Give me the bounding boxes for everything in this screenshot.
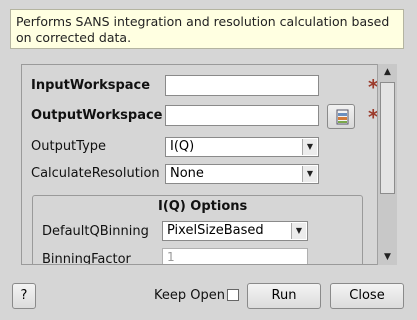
scroll-down-icon[interactable]: ▼ [378,249,397,265]
default-q-binning-select[interactable]: PixelSizeBased ▼ [162,221,308,241]
chevron-down-icon: ▼ [302,139,317,155]
default-q-binning-value: PixelSizeBased [167,223,264,238]
iq-options-group: I(Q) Options DefaultQBinning PixelSizeBa… [32,195,363,265]
properties-scrollbar[interactable]: ▲ ▼ [377,64,397,265]
calculate-resolution-label: CalculateResolution [31,166,160,181]
help-button[interactable]: ? [12,283,36,309]
calculate-resolution-select[interactable]: None ▼ [165,164,319,184]
output-type-value: I(Q) [170,139,195,154]
output-type-select[interactable]: I(Q) ▼ [165,137,319,157]
default-q-binning-label: DefaultQBinning [42,224,149,239]
close-button[interactable]: Close [330,283,404,309]
calculate-resolution-value: None [170,166,204,181]
output-workspace-label: OutputWorkspace [31,108,163,123]
scroll-up-icon[interactable]: ▲ [378,64,397,80]
input-workspace-field[interactable] [165,75,319,96]
workspace-browse-icon [336,109,349,125]
binning-factor-field[interactable]: 1 [162,248,308,264]
run-button[interactable]: Run [247,283,321,309]
properties-panel: InputWorkspace * OutputWorkspace * Outpu… [21,64,397,265]
iq-options-title: I(Q) Options [158,199,248,214]
algorithm-description: Performs SANS integration and resolution… [10,9,404,49]
chevron-down-icon: ▼ [302,166,317,182]
chevron-down-icon: ▼ [291,223,306,239]
binning-factor-label: BinningFactor [42,252,131,265]
keep-open-label: Keep Open [154,288,225,303]
workspace-browse-button[interactable] [327,104,355,129]
keep-open-checkbox[interactable] [227,289,239,301]
scrollbar-thumb[interactable] [380,82,395,194]
output-type-label: OutputType [31,139,107,154]
input-workspace-label: InputWorkspace [31,78,151,93]
output-workspace-field[interactable] [165,105,319,126]
